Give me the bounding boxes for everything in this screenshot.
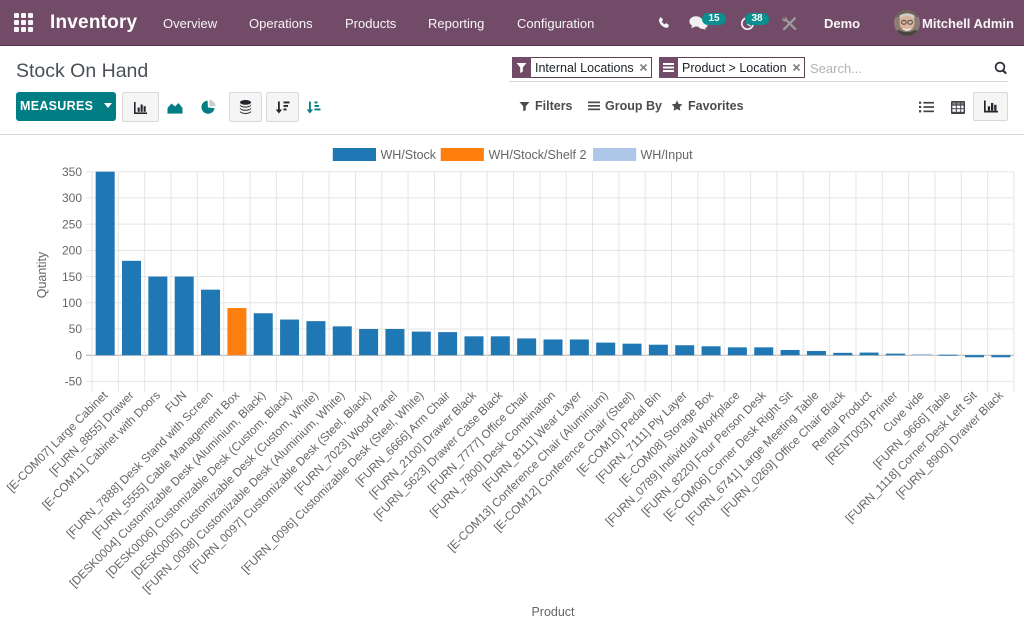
svg-text:-50: -50 bbox=[65, 375, 83, 389]
svg-text:[E-COM07] Large Cabinet: [E-COM07] Large Cabinet bbox=[4, 388, 111, 495]
svg-text:300: 300 bbox=[62, 191, 82, 205]
svg-text:50: 50 bbox=[69, 322, 83, 336]
svg-text:200: 200 bbox=[62, 244, 82, 258]
svg-text:100: 100 bbox=[62, 296, 82, 310]
svg-text:[DESK0005] Customizable Desk (: [DESK0005] Customizable Desk (Custom, Wh… bbox=[128, 388, 321, 581]
svg-text:0: 0 bbox=[75, 348, 82, 362]
svg-text:WH/Stock: WH/Stock bbox=[381, 148, 437, 162]
svg-text:250: 250 bbox=[62, 217, 82, 231]
svg-text:Product: Product bbox=[531, 605, 575, 619]
svg-text:150: 150 bbox=[62, 270, 82, 284]
svg-text:Quantity: Quantity bbox=[35, 251, 49, 298]
svg-text:WH/Stock/Shelf 2: WH/Stock/Shelf 2 bbox=[489, 148, 587, 162]
svg-text:350: 350 bbox=[62, 165, 82, 179]
svg-text:WH/Input: WH/Input bbox=[641, 148, 694, 162]
